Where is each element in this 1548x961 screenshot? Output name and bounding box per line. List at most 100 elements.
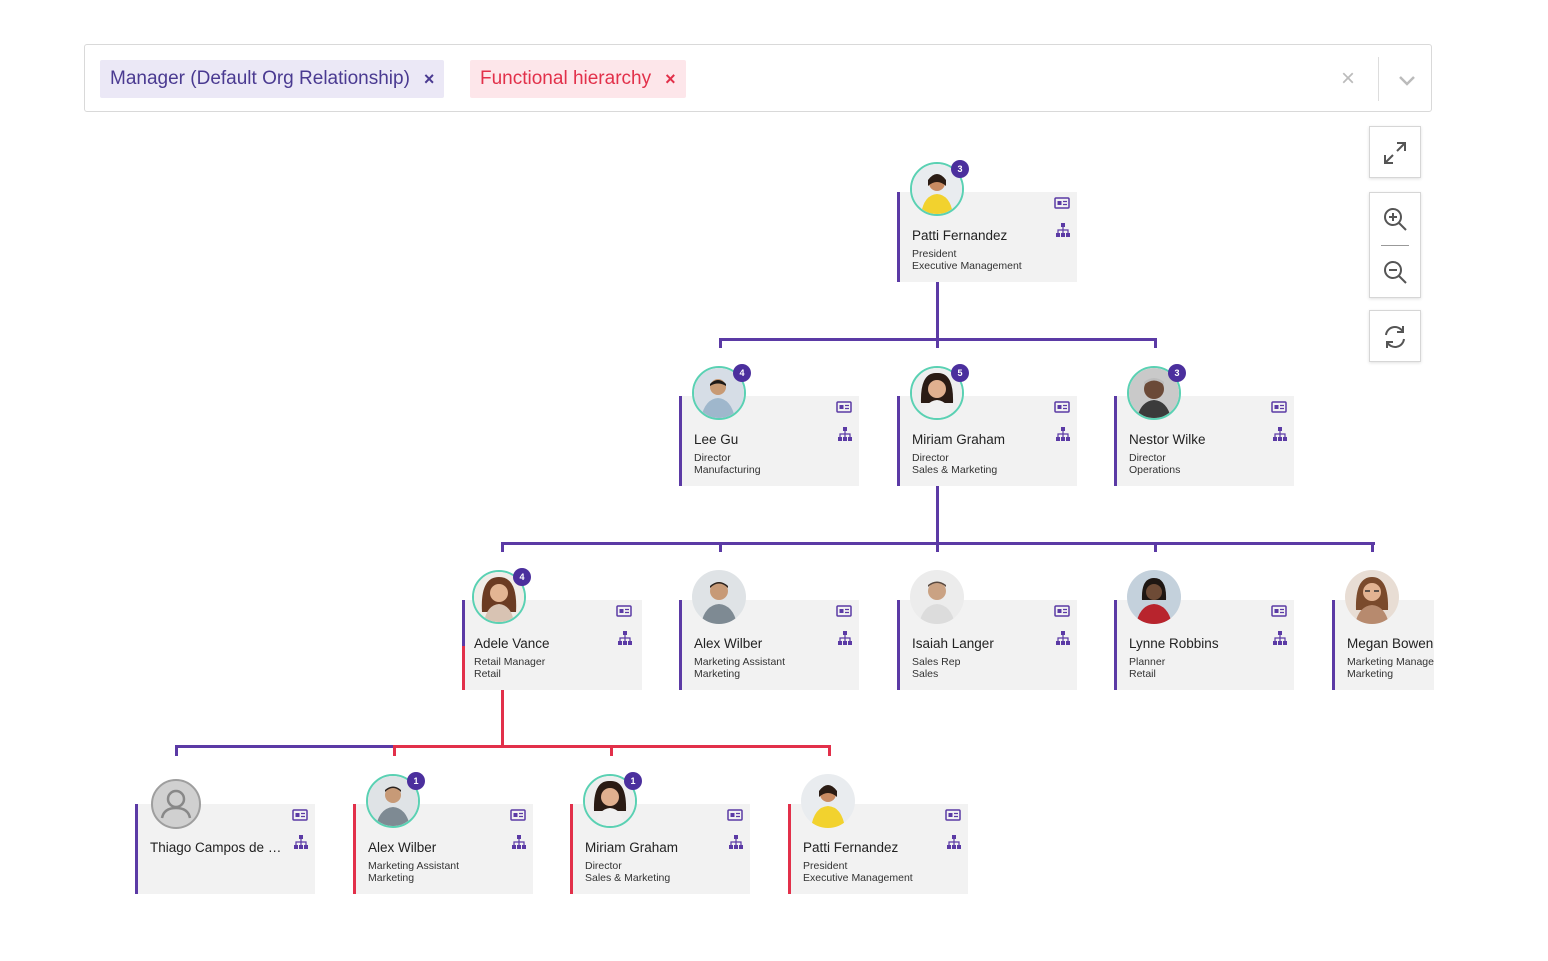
profile-card-icon[interactable]: [1054, 604, 1070, 618]
org-chart-icon[interactable]: [1272, 630, 1288, 646]
direct-reports-badge: 4: [513, 568, 531, 586]
profile-card-icon[interactable]: [727, 808, 743, 822]
chevron-down-icon[interactable]: [1392, 65, 1422, 95]
connector: [936, 282, 939, 340]
profile-card-icon[interactable]: [836, 604, 852, 618]
chip-manager-label: Manager (Default Org Relationship): [110, 68, 410, 89]
org-chart-icon[interactable]: [293, 834, 309, 850]
org-chart-icon[interactable]: [728, 834, 744, 850]
person-name: Nestor Wilke: [1129, 432, 1206, 447]
profile-card-icon[interactable]: [1054, 196, 1070, 210]
zoom-out-icon[interactable]: [1370, 246, 1420, 298]
org-card-miriam-graham-functional[interactable]: 1 Miriam Graham Director Sales & Marketi…: [570, 772, 750, 894]
person-department: Executive Management: [803, 872, 913, 884]
avatar: [801, 774, 855, 828]
direct-reports-badge: 3: [951, 160, 969, 178]
person-title: Marketing Manager: [1347, 656, 1434, 668]
profile-card-icon[interactable]: [1271, 604, 1287, 618]
org-card-lynne-robbins[interactable]: Lynne Robbins Planner Retail: [1114, 570, 1294, 690]
connector: [1154, 338, 1157, 348]
avatar: [1345, 570, 1399, 624]
org-chart-icon[interactable]: [837, 426, 853, 442]
profile-card-icon[interactable]: [1054, 400, 1070, 414]
person-name: Megan Bowen: [1347, 636, 1434, 651]
person-name: Miriam Graham: [912, 432, 1006, 447]
org-card-patti-fernandez-functional[interactable]: Patti Fernandez President Executive Mana…: [788, 774, 968, 894]
org-card-alex-wilber-functional[interactable]: 1 Alex Wilber Marketing Assistant Market…: [353, 772, 533, 894]
chip-functional-label: Functional hierarchy: [480, 68, 652, 89]
connector: [175, 745, 178, 756]
refresh-icon[interactable]: [1370, 311, 1420, 363]
expand-icon[interactable]: [1370, 127, 1420, 179]
profile-card-icon[interactable]: [292, 808, 308, 822]
person-department: Operations: [1129, 464, 1181, 476]
profile-card-icon[interactable]: [510, 808, 526, 822]
person-name: Patti Fernandez: [803, 840, 899, 855]
org-card-nestor-wilke[interactable]: 3 Nestor Wilke Director Operations: [1114, 364, 1294, 486]
person-name: Adele Vance: [474, 636, 550, 651]
direct-reports-badge: 4: [733, 364, 751, 382]
org-card-adele-vance[interactable]: 4 Adele Vance Retail Manager Retail: [462, 568, 642, 690]
person-title: President: [803, 860, 848, 872]
person-department: Retail: [1129, 668, 1156, 680]
person-department: Executive Management: [912, 260, 1022, 272]
org-card-patti-fernandez[interactable]: 3 Patti Fernandez President Executive Ma…: [897, 160, 1077, 282]
org-chart-icon[interactable]: [1055, 630, 1071, 646]
org-chart-icon[interactable]: [946, 834, 962, 850]
person-name: Alex Wilber: [368, 840, 437, 855]
avatar-placeholder-icon: [150, 778, 202, 830]
person-title: Planner: [1129, 656, 1166, 668]
org-card-isaiah-langer[interactable]: Isaiah Langer Sales Rep Sales: [897, 570, 1077, 690]
direct-reports-badge: 5: [951, 364, 969, 382]
connector: [719, 542, 722, 552]
org-chart-icon[interactable]: [1055, 426, 1071, 442]
connector: [175, 745, 397, 748]
profile-card-icon[interactable]: [836, 400, 852, 414]
profile-card-icon[interactable]: [945, 808, 961, 822]
clip-region: Megan Bowen Marketing Manager Marketing: [1332, 560, 1434, 700]
person-department: Manufacturing: [694, 464, 761, 476]
org-chart-icon[interactable]: [617, 630, 633, 646]
person-title: Marketing Assistant: [368, 860, 460, 872]
person-title: Marketing Assistant: [694, 656, 786, 668]
connector: [1371, 542, 1374, 552]
reset-control: [1369, 310, 1421, 362]
zoom-in-icon[interactable]: [1370, 193, 1420, 245]
person-name: Lee Gu: [694, 432, 739, 447]
person-name: Isaiah Langer: [912, 636, 994, 651]
org-chart-icon[interactable]: [511, 834, 527, 850]
chip-functional: Functional hierarchy ×: [470, 60, 686, 98]
person-title: Director: [694, 452, 731, 464]
direct-reports-badge: 1: [407, 772, 425, 790]
org-card-lee-gu[interactable]: 4 Lee Gu Director Manufacturing: [679, 364, 859, 486]
org-chart-icon[interactable]: [1272, 426, 1288, 442]
profile-card-icon[interactable]: [1271, 400, 1287, 414]
avatar: [910, 570, 964, 624]
relationship-filter[interactable]: Manager (Default Org Relationship) × Fun…: [84, 44, 1432, 112]
chip-functional-remove-icon[interactable]: ×: [665, 69, 676, 90]
profile-card-icon[interactable]: [616, 604, 632, 618]
connector: [610, 745, 613, 756]
person-department: Sales & Marketing: [585, 872, 671, 884]
fullscreen-control: [1369, 126, 1421, 178]
org-chart-icon[interactable]: [837, 630, 853, 646]
person-name: Alex Wilber: [694, 636, 763, 651]
person-title: Retail Manager: [474, 656, 546, 668]
org-card-thiago-campos[interactable]: Thiago Campos de Oliv...: [135, 779, 315, 894]
org-card-miriam-graham[interactable]: 5 Miriam Graham Director Sales & Marketi…: [897, 364, 1077, 486]
avatar: [692, 570, 746, 624]
clear-all-icon[interactable]: ×: [1341, 65, 1355, 93]
person-department: Sales: [912, 668, 939, 680]
person-department: Marketing: [1347, 668, 1394, 680]
person-department: Sales & Marketing: [912, 464, 998, 476]
person-department: Retail: [474, 668, 501, 680]
person-title: Director: [1129, 452, 1166, 464]
connector: [1154, 542, 1157, 552]
connector: [501, 690, 504, 748]
org-card-megan-bowen[interactable]: Megan Bowen Marketing Manager Marketing: [1332, 570, 1434, 690]
org-card-alex-wilber[interactable]: Alex Wilber Marketing Assistant Marketin…: [679, 570, 859, 690]
person-title: Sales Rep: [912, 656, 961, 668]
connector: [501, 542, 504, 552]
org-chart-icon[interactable]: [1055, 222, 1071, 238]
chip-manager-remove-icon[interactable]: ×: [424, 69, 435, 90]
